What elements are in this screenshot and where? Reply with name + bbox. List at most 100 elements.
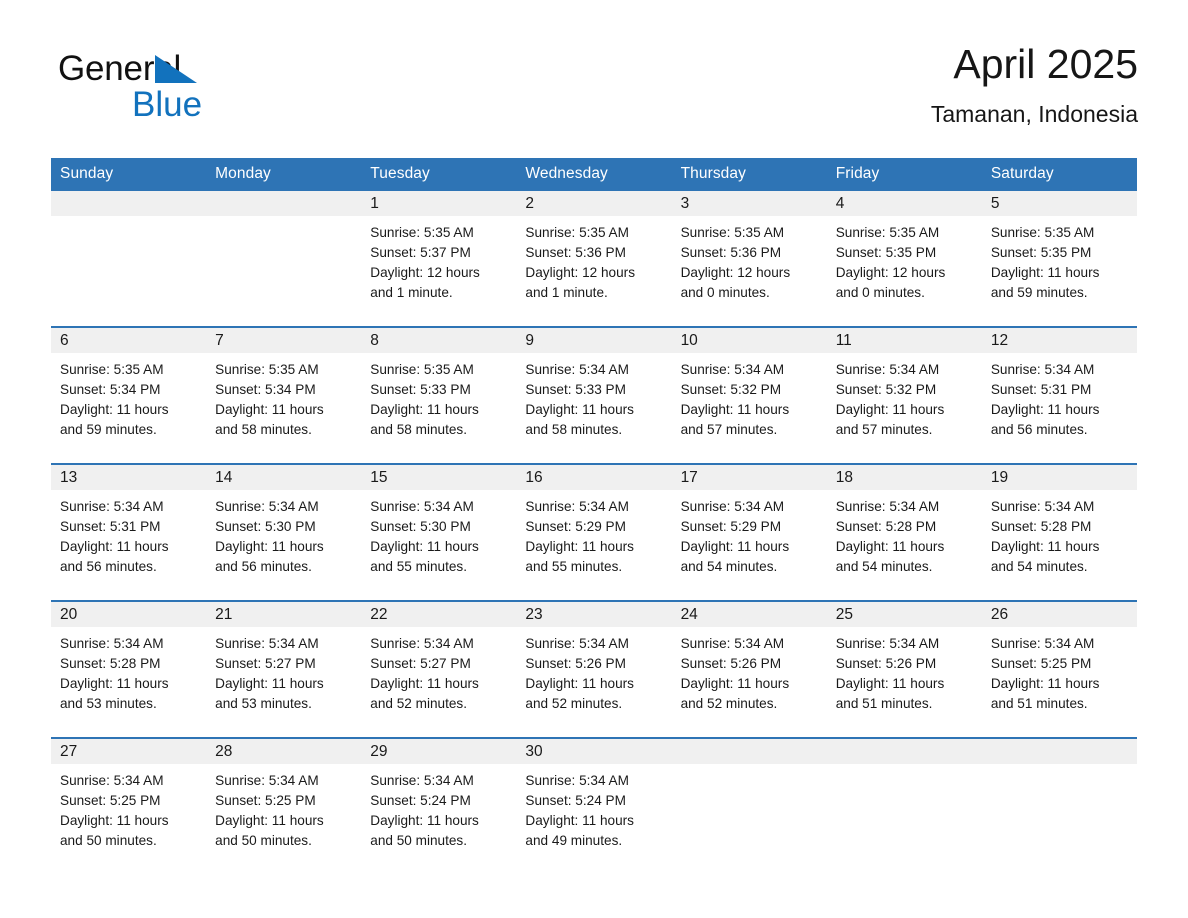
day-number-band: 26 bbox=[981, 602, 1137, 627]
calendar-body: 1 Sunrise: 5:35 AM Sunset: 5:37 PM Daylight… bbox=[51, 191, 1137, 874]
day-number-band: 2 bbox=[516, 191, 672, 216]
day-details: Sunrise: 5:35 AM Sunset: 5:35 PM Daylight:… bbox=[982, 216, 1137, 303]
calendar-day-cell[interactable]: 11 Sunrise: 5:34 AM Sunset: 5:32 PM Dayligh… bbox=[826, 327, 982, 464]
day-details: Sunrise: 5:34 AM Sunset: 5:26 PM Daylight:… bbox=[672, 627, 827, 714]
calendar-day-cell[interactable]: 17 Sunrise: 5:34 AM Sunset: 5:29 PM Dayligh… bbox=[671, 464, 827, 601]
sunset-text: Sunset: 5:29 PM bbox=[680, 519, 782, 534]
calendar-day-cell[interactable]: 2 Sunrise: 5:35 AM Sunset: 5:36 PM Daylight… bbox=[516, 191, 672, 327]
daylight-text-line2: and 58 minutes. bbox=[370, 422, 468, 437]
calendar-day-cell[interactable]: 25 Sunrise: 5:34 AM Sunset: 5:26 PM Dayligh… bbox=[826, 601, 982, 738]
weekday-header-friday: Friday bbox=[826, 158, 982, 191]
day-number-band: 18 bbox=[826, 465, 982, 490]
day-details: Sunrise: 5:34 AM Sunset: 5:30 PM Daylight:… bbox=[361, 490, 516, 577]
calendar-day-cell[interactable]: 26 Sunrise: 5:34 AM Sunset: 5:25 PM Dayligh… bbox=[981, 601, 1137, 738]
day-details: Sunrise: 5:34 AM Sunset: 5:24 PM Daylight:… bbox=[361, 764, 516, 851]
daylight-text-line2: and 57 minutes. bbox=[835, 422, 933, 437]
daylight-text-line2: and 59 minutes. bbox=[60, 422, 157, 437]
daylight-text-line1: Daylight: 11 hours bbox=[680, 402, 790, 417]
calendar-week-row: 20 Sunrise: 5:34 AM Sunset: 5:28 PM Dayligh… bbox=[51, 601, 1137, 738]
sunrise-text: Sunrise: 5:34 AM bbox=[990, 499, 1095, 514]
calendar-day-cell[interactable]: 10 Sunrise: 5:34 AM Sunset: 5:32 PM Dayligh… bbox=[671, 327, 827, 464]
calendar-day-cell[interactable]: 27 Sunrise: 5:34 AM Sunset: 5:25 PM Dayligh… bbox=[51, 738, 207, 874]
day-number: 23 bbox=[525, 606, 543, 623]
calendar-day-cell[interactable]: 24 Sunrise: 5:34 AM Sunset: 5:26 PM Dayligh… bbox=[671, 601, 827, 738]
daylight-text-line1: Daylight: 11 hours bbox=[60, 402, 169, 417]
calendar-day-cell[interactable]: 1 Sunrise: 5:35 AM Sunset: 5:37 PM Daylight… bbox=[361, 191, 517, 327]
calendar-day-cell[interactable]: 4 Sunrise: 5:35 AM Sunset: 5:35 PM Daylight… bbox=[826, 191, 982, 327]
calendar-day-cell[interactable]: 29 Sunrise: 5:34 AM Sunset: 5:24 PM Dayligh… bbox=[361, 738, 517, 874]
sunrise-text: Sunrise: 5:34 AM bbox=[835, 636, 940, 651]
day-number-band bbox=[51, 191, 207, 216]
calendar-day-cell[interactable]: 19 Sunrise: 5:34 AM Sunset: 5:28 PM Dayligh… bbox=[981, 464, 1137, 601]
daylight-text-line2: and 49 minutes. bbox=[525, 833, 623, 848]
calendar-day-cell[interactable]: 20 Sunrise: 5:34 AM Sunset: 5:28 PM Dayligh… bbox=[51, 601, 207, 738]
calendar-day-cell[interactable]: 14 Sunrise: 5:34 AM Sunset: 5:30 PM Dayligh… bbox=[206, 464, 362, 601]
sunrise-text: Sunrise: 5:34 AM bbox=[680, 499, 785, 514]
day-number-band: 27 bbox=[51, 739, 207, 764]
calendar-day-cell[interactable]: 22 Sunrise: 5:34 AM Sunset: 5:27 PM Dayligh… bbox=[361, 601, 517, 738]
sunrise-text: Sunrise: 5:34 AM bbox=[370, 636, 474, 651]
daylight-text-line1: Daylight: 11 hours bbox=[990, 265, 1100, 280]
sunrise-text: Sunrise: 5:34 AM bbox=[370, 499, 474, 514]
daylight-text-line1: Daylight: 11 hours bbox=[215, 813, 324, 828]
calendar-day-cell[interactable]: 9 Sunrise: 5:34 AM Sunset: 5:33 PM Daylight… bbox=[516, 327, 672, 464]
calendar-day-cell[interactable]: 21 Sunrise: 5:34 AM Sunset: 5:27 PM Dayligh… bbox=[206, 601, 362, 738]
daylight-text-line1: Daylight: 11 hours bbox=[370, 539, 479, 554]
sunset-text: Sunset: 5:25 PM bbox=[215, 793, 316, 808]
daylight-text-line2: and 50 minutes. bbox=[215, 833, 312, 848]
weekday-header-sunday: Sunday bbox=[51, 158, 207, 191]
calendar-day-cell[interactable]: 5 Sunrise: 5:35 AM Sunset: 5:35 PM Daylight… bbox=[981, 191, 1137, 327]
sunrise-text: Sunrise: 5:35 AM bbox=[525, 225, 629, 240]
calendar-day-cell[interactable]: 15 Sunrise: 5:34 AM Sunset: 5:30 PM Dayligh… bbox=[361, 464, 517, 601]
sunrise-text: Sunrise: 5:34 AM bbox=[525, 636, 629, 651]
daylight-text-line2: and 1 minute. bbox=[525, 285, 608, 300]
day-number: 26 bbox=[990, 606, 1009, 623]
calendar-day-cell[interactable]: 7 Sunrise: 5:35 AM Sunset: 5:34 PM Daylight… bbox=[206, 327, 362, 464]
sunset-text: Sunset: 5:31 PM bbox=[60, 519, 161, 534]
sunset-text: Sunset: 5:26 PM bbox=[525, 656, 626, 671]
calendar-day-cell[interactable]: 30 Sunrise: 5:34 AM Sunset: 5:24 PM Dayligh… bbox=[516, 738, 672, 874]
daylight-text-line2: and 53 minutes. bbox=[60, 696, 157, 711]
sunset-text: Sunset: 5:32 PM bbox=[680, 382, 782, 397]
day-details: Sunrise: 5:34 AM Sunset: 5:28 PM Daylight:… bbox=[827, 490, 982, 577]
sunrise-text: Sunrise: 5:34 AM bbox=[370, 773, 474, 788]
calendar-day-cell[interactable]: 8 Sunrise: 5:35 AM Sunset: 5:33 PM Daylight… bbox=[361, 327, 517, 464]
day-number: 2 bbox=[525, 195, 535, 212]
calendar-day-cell[interactable]: 28 Sunrise: 5:34 AM Sunset: 5:25 PM Dayligh… bbox=[206, 738, 362, 874]
day-details: Sunrise: 5:35 AM Sunset: 5:34 PM Daylight:… bbox=[51, 353, 206, 440]
day-number: 25 bbox=[835, 606, 853, 623]
day-number-band: 20 bbox=[51, 602, 207, 627]
sunset-text: Sunset: 5:28 PM bbox=[990, 519, 1092, 534]
calendar-day-cell[interactable]: 18 Sunrise: 5:34 AM Sunset: 5:28 PM Dayligh… bbox=[826, 464, 982, 601]
calendar-day-cell[interactable]: 13 Sunrise: 5:34 AM Sunset: 5:31 PM Dayligh… bbox=[51, 464, 207, 601]
day-number: 20 bbox=[60, 606, 78, 623]
daylight-text-line1: Daylight: 11 hours bbox=[525, 539, 634, 554]
calendar-day-cell[interactable]: 23 Sunrise: 5:34 AM Sunset: 5:26 PM Dayligh… bbox=[516, 601, 672, 738]
calendar-day-cell[interactable]: 16 Sunrise: 5:34 AM Sunset: 5:29 PM Dayligh… bbox=[516, 464, 672, 601]
sunset-text: Sunset: 5:28 PM bbox=[60, 656, 161, 671]
day-number-band: 19 bbox=[981, 465, 1137, 490]
daylight-text-line2: and 58 minutes. bbox=[525, 422, 623, 437]
day-details: Sunrise: 5:34 AM Sunset: 5:31 PM Daylight:… bbox=[51, 490, 206, 577]
daylight-text-line1: Daylight: 12 hours bbox=[835, 265, 946, 280]
sunrise-text: Sunrise: 5:34 AM bbox=[525, 773, 629, 788]
daylight-text-line2: and 51 minutes. bbox=[835, 696, 933, 711]
day-number-band: 16 bbox=[516, 465, 672, 490]
calendar-day-cell[interactable]: 6 Sunrise: 5:35 AM Sunset: 5:34 PM Daylight… bbox=[51, 327, 207, 464]
day-details: Sunrise: 5:34 AM Sunset: 5:29 PM Daylight:… bbox=[516, 490, 671, 577]
general-blue-logo[interactable]: General Blue bbox=[58, 50, 318, 136]
sunrise-text: Sunrise: 5:35 AM bbox=[835, 225, 940, 240]
calendar-day-cell[interactable]: 3 Sunrise: 5:35 AM Sunset: 5:36 PM Daylight… bbox=[671, 191, 827, 327]
day-number-band bbox=[671, 739, 827, 764]
calendar-day-cell[interactable]: 12 Sunrise: 5:34 AM Sunset: 5:31 PM Dayligh… bbox=[981, 327, 1137, 464]
weekday-header-wednesday: Wednesday bbox=[516, 158, 672, 191]
day-number: 22 bbox=[370, 606, 388, 623]
day-number: 29 bbox=[370, 743, 388, 760]
day-number: 30 bbox=[525, 743, 543, 760]
day-number-band: 14 bbox=[206, 465, 362, 490]
daylight-text-line1: Daylight: 11 hours bbox=[835, 539, 945, 554]
sunset-text: Sunset: 5:24 PM bbox=[370, 793, 471, 808]
daylight-text-line1: Daylight: 12 hours bbox=[680, 265, 791, 280]
weekday-header-tuesday: Tuesday bbox=[361, 158, 517, 191]
sunset-text: Sunset: 5:29 PM bbox=[525, 519, 626, 534]
